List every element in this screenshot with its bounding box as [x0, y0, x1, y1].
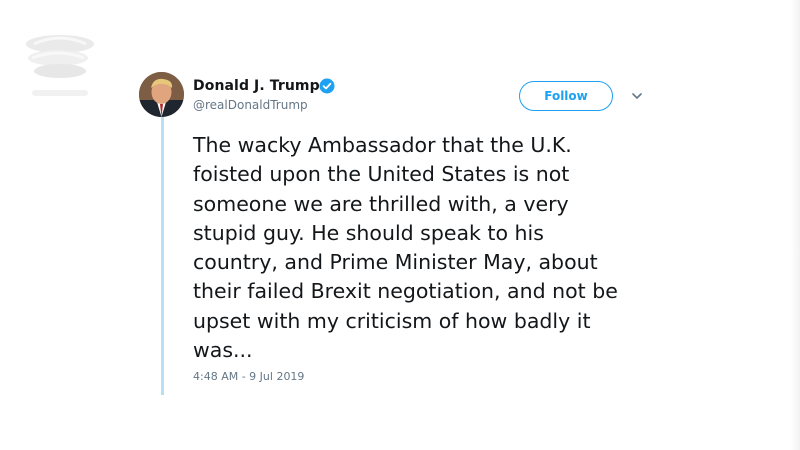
author-name[interactable]: Donald J. Trump [193, 78, 320, 94]
avatar[interactable] [139, 72, 184, 117]
chevron-down-icon[interactable] [630, 89, 644, 103]
screenshot-page: Donald J. Trump @realDonaldTrump Follow … [0, 0, 800, 450]
verified-badge-icon [319, 78, 335, 94]
author-handle[interactable]: @realDonaldTrump [193, 98, 308, 112]
tweet-text: The wacky Ambassador that the U.K. foist… [193, 133, 618, 363]
tweet-timestamp[interactable]: 4:48 AM - 9 Jul 2019 [193, 370, 304, 383]
follow-button[interactable]: Follow [519, 81, 613, 111]
thread-line [161, 116, 164, 395]
news-agency-logo [26, 35, 94, 96]
edge-shadow [790, 0, 800, 450]
